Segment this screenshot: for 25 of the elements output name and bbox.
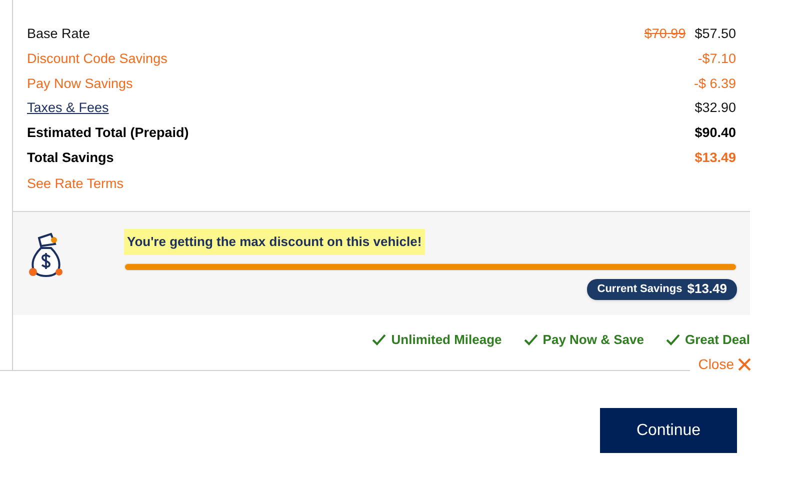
discount-message: You're getting the max discount on this vehicle! <box>124 229 425 255</box>
price-value: $90.40 <box>694 124 736 142</box>
price-value: -$ 6.39 <box>694 74 736 93</box>
price-label: Estimated Total (Prepaid) <box>27 124 189 142</box>
feature-label: Pay Now & Save <box>542 331 644 350</box>
price-value: $57.50 <box>694 25 736 44</box>
savings-label: Current Savings <box>597 282 682 297</box>
taxes-fees-link[interactable]: Taxes & Fees <box>27 98 109 119</box>
price-value: $13.49 <box>694 148 736 167</box>
close-icon <box>738 358 751 371</box>
check-icon <box>524 334 538 346</box>
savings-value: $13.49 <box>687 280 727 298</box>
money-bag-icon <box>27 232 65 278</box>
continue-button[interactable]: Continue <box>600 408 737 453</box>
check-icon <box>372 334 386 346</box>
old-price: $70.99 <box>644 25 686 44</box>
price-value: -$7.10 <box>698 50 736 68</box>
price-label: Base Rate <box>27 25 90 44</box>
price-label: Discount Code Savings <box>27 50 168 68</box>
feature-label: Great Deal <box>684 331 750 350</box>
price-label: Total Savings <box>27 148 114 167</box>
price-value: $32.90 <box>694 99 736 118</box>
check-icon <box>666 334 680 346</box>
feature-label: Unlimited Mileage <box>391 331 502 350</box>
price-label: Pay Now Savings <box>27 74 133 93</box>
